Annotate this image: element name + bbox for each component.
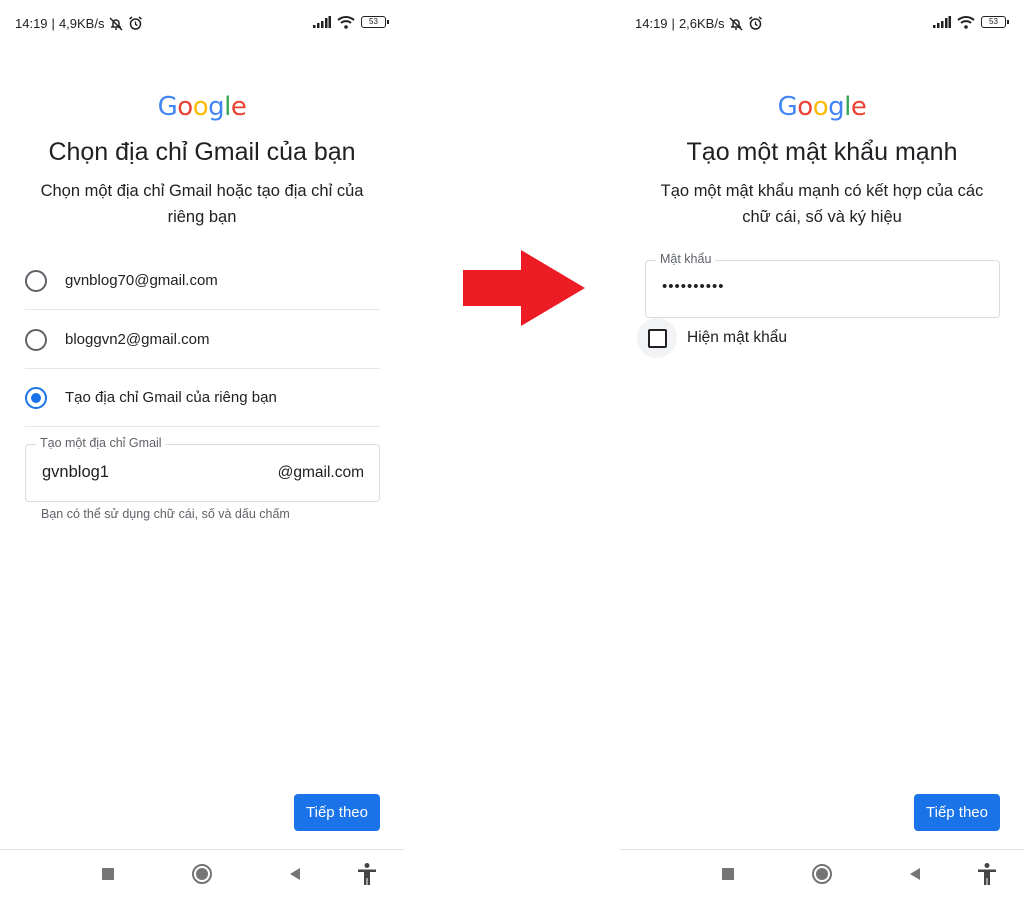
wifi-icon — [337, 16, 355, 29]
page-title: Tạo một mật khẩu mạnh — [686, 138, 958, 166]
recent-apps-icon[interactable] — [96, 862, 120, 886]
right-arrow-icon — [463, 250, 585, 326]
radio-label: Tạo địa chỉ Gmail của riêng bạn — [65, 389, 277, 406]
gmail-address-input[interactable]: Tạo một địa chỉ Gmail gvnblog1 @gmail.co… — [25, 436, 380, 502]
password-value[interactable]: •••••••••• — [662, 278, 725, 295]
home-icon[interactable] — [190, 862, 214, 886]
password-input[interactable]: Mật khẩu •••••••••• — [645, 252, 1000, 318]
battery-icon: 53 — [981, 16, 1009, 28]
alarm-icon — [129, 16, 143, 30]
radio-button[interactable] — [25, 269, 47, 292]
google-logo: Google — [157, 92, 247, 122]
status-time: 14:19 — [15, 16, 48, 31]
navigation-bar — [0, 849, 404, 898]
accessibility-icon[interactable] — [975, 862, 999, 886]
show-password-checkbox[interactable] — [647, 328, 667, 348]
recent-apps-icon[interactable] — [716, 862, 740, 886]
radio-button[interactable] — [25, 328, 47, 351]
google-logo: Google — [777, 92, 867, 122]
gmail-address-screen: 14:19 | 4,9KB/s 53 Google Chọn địa chỉ G… — [0, 0, 404, 898]
show-password-label: Hiện mật khẩu — [687, 329, 787, 346]
radio-option-gvnblog70[interactable]: gvnblog70@gmail.com — [25, 252, 380, 310]
alarm-icon — [749, 16, 763, 30]
status-network-speed: 2,6KB/s — [678, 16, 725, 31]
field-label: Tạo một địa chỉ Gmail — [36, 436, 166, 450]
battery-icon: 53 — [361, 16, 389, 28]
status-network-speed: 4,9KB/s — [58, 16, 105, 31]
radio-label: bloggvn2@gmail.com — [65, 331, 210, 348]
page-title: Chọn địa chỉ Gmail của bạn — [48, 138, 356, 166]
page-subtitle: Chọn một địa chỉ Gmail hoặc tạo địa chỉ … — [40, 182, 364, 226]
next-button[interactable]: Tiếp theo — [914, 794, 1000, 831]
navigation-bar — [620, 849, 1024, 898]
home-icon[interactable] — [810, 862, 834, 886]
radio-option-bloggvn2[interactable]: bloggvn2@gmail.com — [25, 311, 380, 369]
accessibility-icon[interactable] — [355, 862, 379, 886]
mute-icon — [109, 16, 123, 31]
signal-icon — [313, 16, 331, 28]
status-bar: 14:19 | 2,6KB/s 53 — [620, 0, 1024, 46]
field-value[interactable]: gvnblog1 — [42, 463, 109, 482]
show-password-row[interactable]: Hiện mật khẩu — [637, 318, 787, 358]
back-icon[interactable] — [283, 862, 307, 886]
radio-label: gvnblog70@gmail.com — [65, 272, 218, 289]
back-icon[interactable] — [903, 862, 927, 886]
field-label: Mật khẩu — [656, 252, 716, 266]
status-bar: 14:19 | 4,9KB/s 53 — [0, 0, 404, 46]
create-password-screen: 14:19 | 2,6KB/s 53 Google Tạo một mật kh… — [620, 0, 1024, 898]
helper-text: Bạn có thể sử dụng chữ cái, số và dấu ch… — [41, 507, 290, 521]
page-subtitle: Tạo một mật khẩu mạnh có kết hợp của các… — [660, 182, 984, 226]
domain-suffix: @gmail.com — [277, 464, 364, 481]
mute-icon — [729, 16, 743, 31]
wifi-icon — [957, 16, 975, 29]
status-time: 14:19 — [635, 16, 668, 31]
radio-button-selected[interactable] — [25, 386, 47, 409]
radio-option-custom-address[interactable]: Tạo địa chỉ Gmail của riêng bạn — [25, 369, 380, 427]
signal-icon — [933, 16, 951, 28]
next-button[interactable]: Tiếp theo — [294, 794, 380, 831]
